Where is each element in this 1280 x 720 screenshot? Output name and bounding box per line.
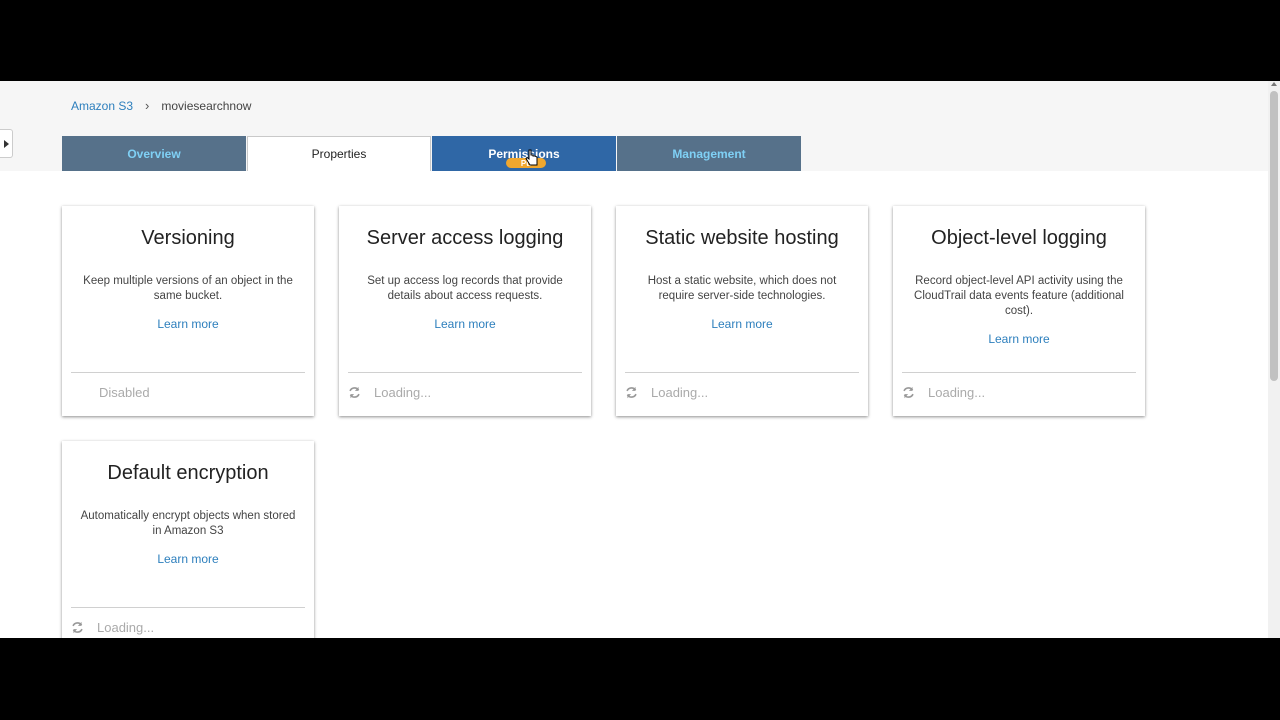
card-status: Loading... bbox=[902, 385, 985, 400]
tab-overview[interactable]: Overview bbox=[62, 136, 246, 171]
breadcrumb-current-bucket: moviesearchnow bbox=[161, 98, 252, 113]
card-default-encryption[interactable]: Default encryption Automatically encrypt… bbox=[62, 441, 314, 638]
status-text: Loading... bbox=[374, 385, 432, 400]
card-title: Object-level logging bbox=[931, 227, 1107, 249]
card-title: Static website hosting bbox=[645, 227, 839, 249]
learn-more-link[interactable]: Learn more bbox=[893, 332, 1145, 346]
card-divider bbox=[71, 372, 305, 373]
learn-more-link[interactable]: Learn more bbox=[339, 317, 591, 331]
scrollbar-thumb[interactable] bbox=[1270, 91, 1278, 381]
status-text: Loading... bbox=[97, 620, 155, 635]
card-status: Loading... bbox=[348, 385, 431, 400]
breadcrumb-amazon-s3[interactable]: Amazon S3 bbox=[71, 99, 133, 113]
caret-right-icon bbox=[3, 139, 9, 148]
sidebar-toggle[interactable] bbox=[0, 129, 13, 158]
card-object-level-logging[interactable]: Object-level logging Record object-level… bbox=[893, 206, 1145, 416]
card-divider bbox=[625, 372, 859, 373]
card-divider bbox=[71, 607, 305, 608]
vertical-scrollbar[interactable] bbox=[1268, 81, 1280, 638]
hand-cursor-icon bbox=[525, 149, 538, 166]
scroll-up-icon[interactable] bbox=[1271, 82, 1277, 86]
card-description: Keep multiple versions of an object in t… bbox=[83, 275, 293, 302]
card-versioning[interactable]: Versioning Keep multiple versions of an … bbox=[62, 206, 314, 416]
tab-bar: Overview Properties Permissions Pu Manag… bbox=[62, 136, 802, 171]
card-description: Set up access log records that provide d… bbox=[367, 275, 563, 302]
refresh-icon bbox=[349, 386, 360, 399]
card-status: Loading... bbox=[71, 620, 154, 635]
card-title: Server access logging bbox=[366, 227, 564, 249]
status-text: Disabled bbox=[99, 385, 150, 400]
tab-properties[interactable]: Properties bbox=[247, 136, 431, 171]
card-title: Versioning bbox=[141, 227, 235, 249]
status-text: Loading... bbox=[928, 385, 986, 400]
card-divider bbox=[348, 372, 582, 373]
refresh-icon bbox=[72, 621, 83, 634]
tab-permissions[interactable]: Permissions Pu bbox=[432, 136, 616, 171]
card-server-access-logging[interactable]: Server access logging Set up access log … bbox=[339, 206, 591, 416]
status-text: Loading... bbox=[651, 385, 709, 400]
breadcrumb-separator: › bbox=[145, 98, 150, 113]
card-static-website-hosting[interactable]: Static website hosting Host a static web… bbox=[616, 206, 868, 416]
tab-management[interactable]: Management bbox=[617, 136, 801, 171]
refresh-icon bbox=[903, 386, 914, 399]
card-description: Automatically encrypt objects when store… bbox=[80, 510, 296, 537]
card-description: Record object-level API activity using t… bbox=[914, 275, 1124, 317]
card-description: Host a static website, which does not re… bbox=[647, 275, 837, 302]
card-divider bbox=[902, 372, 1136, 373]
learn-more-link[interactable]: Learn more bbox=[616, 317, 868, 331]
card-status: Disabled bbox=[99, 385, 150, 400]
refresh-icon bbox=[626, 386, 637, 399]
card-title: Default encryption bbox=[107, 462, 269, 484]
breadcrumb: Amazon S3 › moviesearchnow bbox=[71, 98, 251, 113]
learn-more-link[interactable]: Learn more bbox=[62, 317, 314, 331]
card-status: Loading... bbox=[625, 385, 708, 400]
s3-console-page: Amazon S3 › moviesearchnow Overview Prop… bbox=[0, 81, 1280, 638]
learn-more-link[interactable]: Learn more bbox=[62, 552, 314, 566]
